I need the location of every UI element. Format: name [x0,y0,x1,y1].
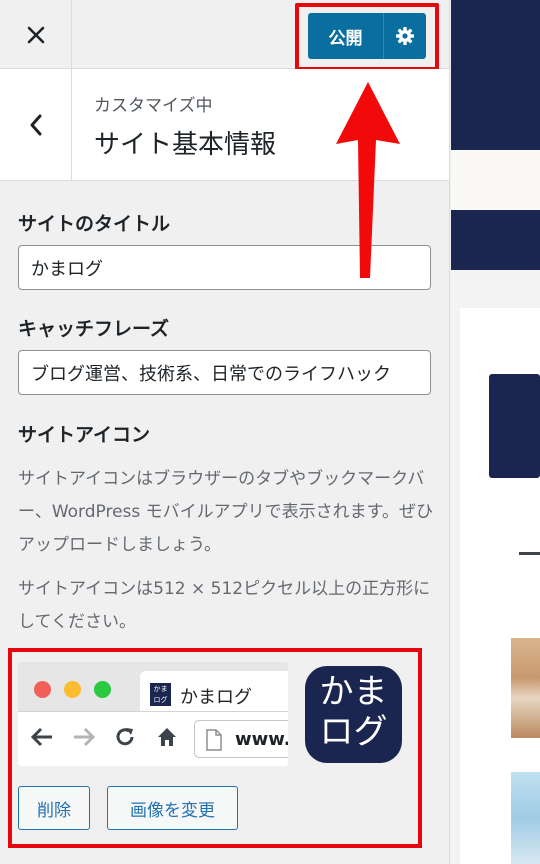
back-button[interactable] [0,69,72,180]
browser-tab-preview: かま ログ かまログ www. [18,662,288,766]
preview-site-band [451,150,540,210]
site-icon-label: サイトアイコン [18,424,151,446]
site-icon-description: サイトアイコンはブラウザーのタブやブックマークバー、WordPress モバイル… [18,469,433,555]
tagline-input[interactable]: ブログ運営、技術系、日常でのライフハック [18,350,431,395]
preview-thumbnail-2 [511,772,540,864]
forward-arrow-icon [72,726,96,754]
preview-url-text: www. [235,729,288,750]
preview-navbar: www. [18,711,288,766]
chevron-left-icon [30,114,41,135]
preview-tab-title: かまログ [180,687,252,708]
window-close-dot [34,681,51,698]
preview-tab: かま ログ かまログ [140,671,288,711]
preview-site-nav [451,210,540,270]
site-icon-image: かま ログ [305,666,402,763]
reload-icon [114,726,136,754]
home-icon [156,726,178,754]
change-icon-button[interactable]: 画像を変更 [107,786,238,830]
section-subtitle: カスタマイズ中 [94,96,213,116]
window-minimize-dot [64,681,81,698]
preview-thumbnail-1 [511,638,540,738]
preview-site-header [451,0,540,150]
back-arrow-icon [30,726,54,754]
favicon-preview: かま ログ [150,683,171,706]
publish-highlight-box [295,3,439,71]
page-icon [206,729,222,751]
tagline-label: キャッチフレーズ [18,318,170,340]
site-icon-line1: かま [319,672,388,712]
annotation-arrow [336,82,400,278]
preview-navy-block [489,374,540,478]
site-preview-frame [451,0,540,864]
remove-icon-button[interactable]: 削除 [18,786,90,830]
preview-url-bar: www. [194,720,288,758]
preview-divider [519,552,540,555]
window-maximize-dot [94,681,111,698]
customizer-topbar: 公開 [0,0,449,71]
site-icon-size-note: サイトアイコンは512 × 512ピクセル以上の正方形にしてください。 [18,579,431,632]
site-icon-line2: ログ [319,712,388,752]
site-title-label: サイトのタイトル [18,213,171,235]
close-icon [27,26,44,43]
close-button[interactable] [0,0,72,69]
section-title: サイト基本情報 [94,130,277,160]
